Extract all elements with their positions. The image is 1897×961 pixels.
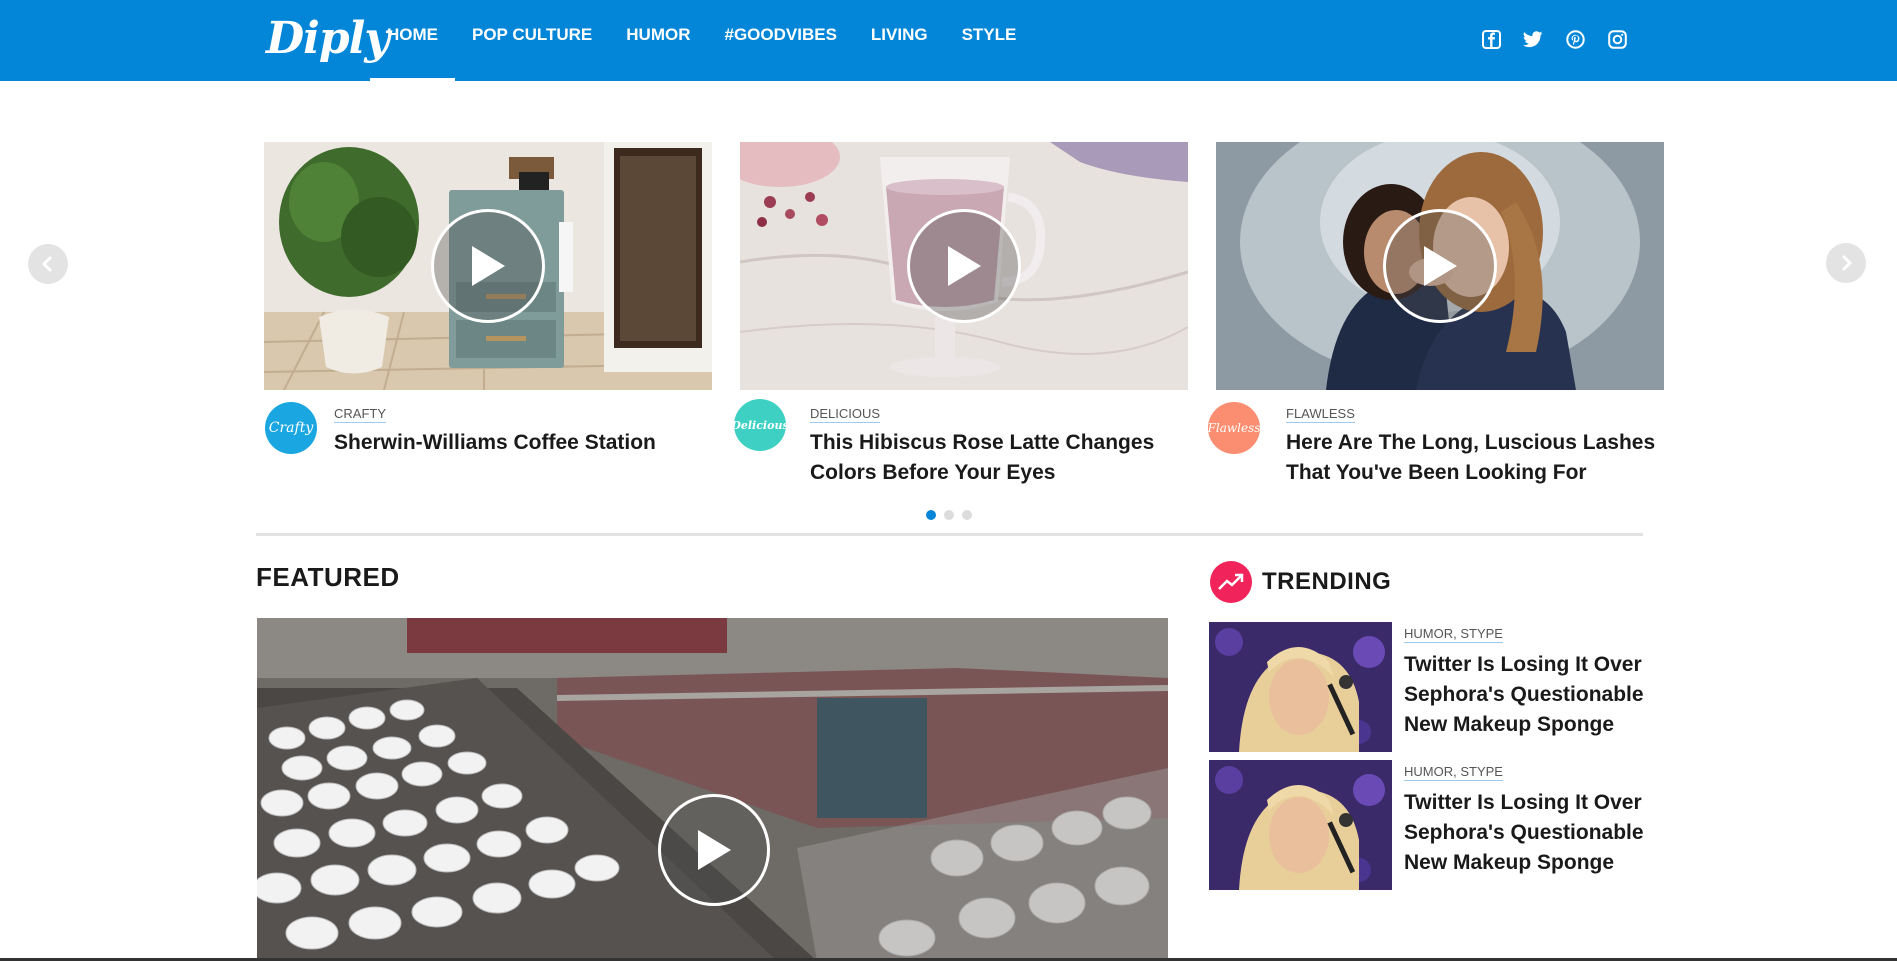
- nav-item-home[interactable]: HOME: [370, 0, 455, 81]
- trending-title-line: Twitter Is Losing It Over: [1404, 791, 1642, 814]
- card-title-line: That You've Been Looking For: [1286, 461, 1587, 484]
- featured-heading: FEATURED: [256, 562, 400, 592]
- carousel-prev-button[interactable]: [28, 244, 68, 284]
- main-nav: HOME POP CULTURE HUMOR #GOODVIBES LIVING…: [370, 0, 1033, 81]
- carousel-dot[interactable]: [926, 510, 936, 520]
- trending-title-line: Sephora's Questionable: [1404, 683, 1644, 706]
- instagram-icon[interactable]: [1606, 28, 1628, 50]
- channel-badge-delicious[interactable]: Delicious: [731, 399, 789, 451]
- site-header: Diply HOME POP CULTURE HUMOR #GOODVIBES …: [0, 0, 1897, 81]
- card-category[interactable]: DELICIOUS: [810, 406, 881, 423]
- play-button[interactable]: [658, 794, 770, 906]
- play-button[interactable]: [431, 209, 545, 323]
- trending-heading: TRENDING: [1262, 568, 1392, 595]
- pinterest-icon[interactable]: [1564, 28, 1586, 50]
- card-title[interactable]: Sherwin-Williams Coffee Station: [334, 428, 714, 458]
- card-video-thumbnail[interactable]: [1216, 142, 1664, 390]
- carousel-pagination: [926, 510, 972, 520]
- play-icon: [698, 830, 731, 870]
- carousel-next-button[interactable]: [1826, 243, 1866, 283]
- trending-title[interactable]: Twitter Is Losing It Over Sephora's Ques…: [1404, 650, 1654, 740]
- trending-thumbnail[interactable]: [1209, 760, 1392, 890]
- play-icon: [472, 246, 505, 286]
- nav-item-style[interactable]: STYLE: [945, 0, 1034, 81]
- nav-item-pop-culture[interactable]: POP CULTURE: [455, 0, 609, 81]
- channel-badge-flawless[interactable]: Flawless: [1208, 402, 1260, 454]
- featured-video-thumbnail[interactable]: [257, 618, 1168, 961]
- trending-title-line: Sephora's Questionable: [1404, 821, 1644, 844]
- trending-item[interactable]: HUMOR, STYPE Twitter Is Losing It Over S…: [1209, 760, 1649, 890]
- card-title-line: This Hibiscus Rose Latte Changes: [810, 431, 1155, 454]
- social-links: [1480, 28, 1628, 50]
- facebook-icon[interactable]: [1480, 28, 1502, 50]
- play-icon: [1424, 246, 1457, 286]
- page: Diply HOME POP CULTURE HUMOR #GOODVIBES …: [0, 0, 1897, 961]
- nav-item-humor[interactable]: HUMOR: [609, 0, 707, 81]
- card-category[interactable]: CRAFTY: [334, 406, 386, 423]
- channel-badge-crafty[interactable]: Crafty: [265, 402, 317, 454]
- trending-title-line: Twitter Is Losing It Over: [1404, 653, 1642, 676]
- trending-category[interactable]: HUMOR, STYPE: [1404, 764, 1503, 781]
- section-divider: [256, 533, 1643, 536]
- trending-thumbnail[interactable]: [1209, 622, 1392, 752]
- trending-item[interactable]: HUMOR, STYPE Twitter Is Losing It Over S…: [1209, 622, 1649, 752]
- nav-item-living[interactable]: LIVING: [854, 0, 945, 81]
- trending-icon: [1210, 561, 1252, 603]
- trending-title-line: New Makeup Sponge: [1404, 713, 1615, 736]
- chevron-right-icon: [1841, 254, 1853, 272]
- play-button[interactable]: [907, 209, 1021, 323]
- card-title[interactable]: Here Are The Long, Luscious Lashes That …: [1286, 428, 1666, 488]
- card-title-line: Sherwin-Williams Coffee Station: [334, 431, 656, 454]
- play-button[interactable]: [1383, 209, 1497, 323]
- twitter-icon[interactable]: [1522, 28, 1544, 50]
- carousel-dot[interactable]: [962, 510, 972, 520]
- card-video-thumbnail[interactable]: [264, 142, 712, 390]
- nav-item-goodvibes[interactable]: #GOODVIBES: [708, 0, 854, 81]
- card-category[interactable]: FLAWLESS: [1286, 406, 1355, 423]
- play-icon: [948, 246, 981, 286]
- card-title[interactable]: This Hibiscus Rose Latte Changes Colors …: [810, 428, 1190, 488]
- chevron-left-icon: [41, 255, 53, 273]
- trending-category[interactable]: HUMOR, STYPE: [1404, 626, 1503, 643]
- card-title-line: Here Are The Long, Luscious Lashes: [1286, 431, 1656, 454]
- trending-title-line: New Makeup Sponge: [1404, 851, 1615, 874]
- card-title-line: Colors Before Your Eyes: [810, 461, 1056, 484]
- carousel-dot[interactable]: [944, 510, 954, 520]
- trending-title[interactable]: Twitter Is Losing It Over Sephora's Ques…: [1404, 788, 1654, 878]
- card-video-thumbnail[interactable]: [740, 142, 1188, 390]
